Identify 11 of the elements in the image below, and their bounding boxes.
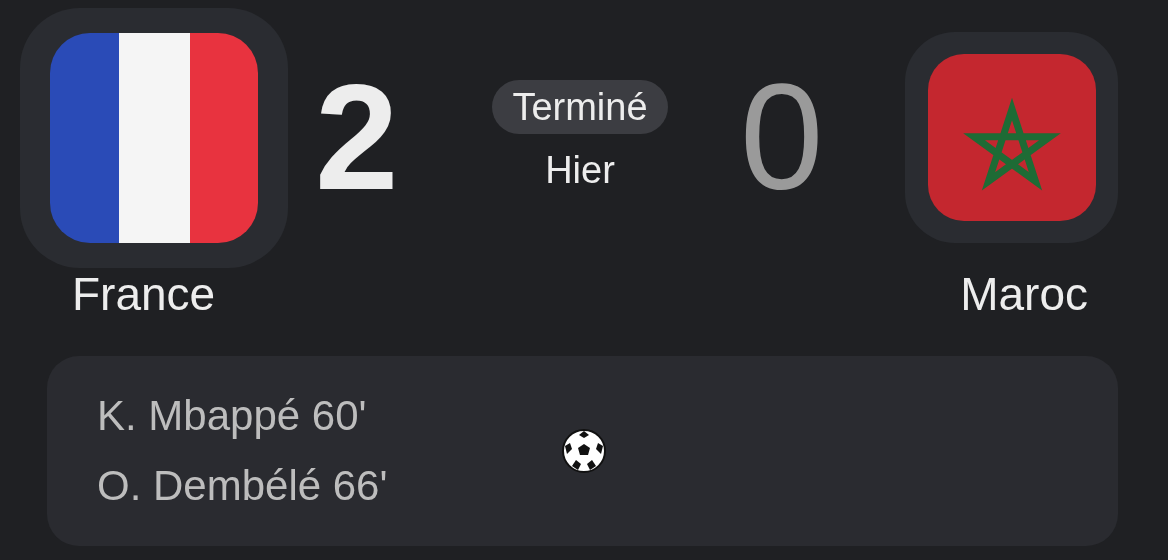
match-date: Hier: [545, 148, 615, 192]
flag-icon: [927, 54, 1096, 221]
flag-icon: [50, 33, 258, 243]
goal-scorer: O. Dembélé 66': [97, 461, 389, 511]
soccer-ball-icon: [562, 429, 606, 473]
score: 2: [315, 53, 399, 221]
team-name: Maroc: [960, 268, 1088, 320]
team-name: France: [72, 268, 217, 320]
score: 0: [740, 53, 824, 221]
status-badge: Terminé: [492, 80, 668, 134]
goal-scorer: K. Mbappé 60': [97, 391, 368, 441]
